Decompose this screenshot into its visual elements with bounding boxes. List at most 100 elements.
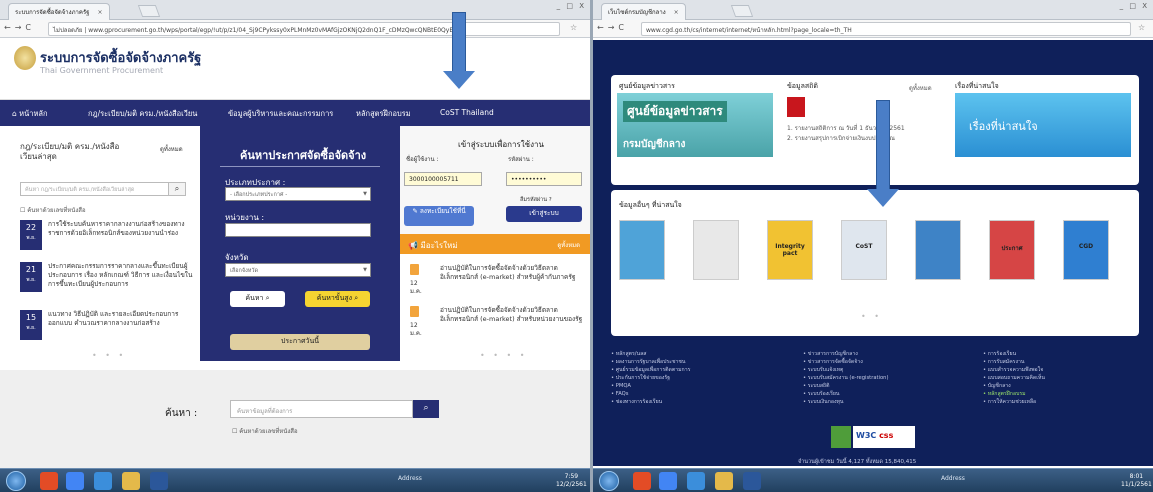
folder-icon[interactable]: [122, 472, 140, 490]
province-select[interactable]: เลือกจังหวัด ▼: [225, 263, 371, 277]
folder-icon[interactable]: [715, 472, 733, 490]
news-item[interactable]: 22 พ.ย. การใช้ระบบค้นหาราคากลางงานก่อสร้า…: [20, 220, 195, 256]
w3c-css-logo: W3C css: [853, 426, 915, 448]
footer-link[interactable]: • ระบบเงินกองทุน: [803, 398, 963, 406]
footer-link[interactable]: • หลักสูตร/นลส: [611, 350, 771, 358]
publication-cover[interactable]: CoST: [841, 220, 887, 280]
announcement-item[interactable]: 12 ม.ค. อ่านปฏิบัติในการจัดซื้อจัดจ้างด้ว…: [410, 264, 585, 302]
nav-buttons[interactable]: ←→C: [597, 23, 628, 32]
footer-link[interactable]: • PMQA: [611, 382, 771, 390]
whats-new-see-all-link[interactable]: ดูทั้งหมด: [557, 240, 580, 250]
menu-regulations[interactable]: กฎ/ระเบียบ/มติ ครม./หนังสือเวียน: [88, 108, 197, 120]
stats-item[interactable]: 2. รายงานสรุปการเบิกจ่ายเงินงบประมาณ: [787, 135, 937, 143]
star-icon[interactable]: ☆: [570, 23, 577, 32]
menu-home[interactable]: ⌂ หน้าหลัก: [12, 108, 48, 120]
footer-link[interactable]: • ข่าวสารการจัดซื้อจัดจ้าง: [803, 358, 963, 366]
browser-tab[interactable]: ระบบการจัดซื้อจัดจ้างภาครัฐ ×: [8, 3, 110, 20]
menu-cost-thailand[interactable]: CoST Thailand: [440, 108, 494, 117]
window-controls[interactable]: _ □ X: [1120, 2, 1149, 10]
footer-link[interactable]: • ประกันการใช้จ่ายของรัฐ: [611, 374, 771, 382]
regulations-see-all-link[interactable]: ดูทั้งหมด: [160, 144, 183, 154]
footer-link[interactable]: • แบบสำรวจความพึงพอใจ: [983, 366, 1143, 374]
stats-see-all-link[interactable]: ดูทั้งหมด: [909, 83, 932, 93]
publication-cover[interactable]: Integrity pact: [767, 220, 813, 280]
footer-link[interactable]: • ผลงานการรัฐบาลเพื่อประชาชน: [611, 358, 771, 366]
carousel-dots[interactable]: • • •: [92, 351, 126, 360]
start-button[interactable]: [599, 471, 619, 491]
publication-cover[interactable]: [693, 220, 739, 280]
advanced-search-button[interactable]: ค้นหาขั้นสูง ⌕: [305, 291, 370, 307]
chrome-icon[interactable]: [659, 472, 677, 490]
footer-link[interactable]: • การร้องเรียน: [983, 350, 1143, 358]
footer-link[interactable]: • ช่องทางการร้องเรียน: [611, 398, 771, 406]
ie-icon[interactable]: [687, 472, 705, 490]
publication-cover[interactable]: ประกาศ: [989, 220, 1035, 280]
carousel-dots[interactable]: • •: [861, 312, 882, 321]
menu-home-label: หน้าหลัก: [19, 109, 48, 118]
url-field[interactable]: ไม่ปลอดภัย | www.gprocurement.go.th/wps/…: [48, 22, 560, 36]
carousel-dots[interactable]: • • • •: [480, 351, 528, 360]
new-tab-button[interactable]: [137, 5, 161, 17]
menu-training[interactable]: หลักสูตรฝึกอบรม: [356, 108, 411, 120]
app-icon[interactable]: [633, 472, 651, 490]
checkbox-label: ค้นหาด้วยเลขที่หนังสือ: [27, 207, 86, 214]
footer-link[interactable]: • หลักสูตรฝึกอบรม: [983, 390, 1143, 398]
footer-link[interactable]: • ข่าวสารการบัญชีกลาง: [803, 350, 963, 358]
footer-link[interactable]: • การให้ความช่วยเหลือ: [983, 398, 1143, 406]
footer-link[interactable]: • FAQs: [611, 390, 771, 398]
stats-item[interactable]: 1. รายงานสถิติการ ณ วันที่ 1 ธันวาคม 256…: [787, 125, 937, 133]
publication-cover[interactable]: [915, 220, 961, 280]
password-field[interactable]: ••••••••••: [506, 172, 582, 186]
footer-link[interactable]: • ระบบรับสมัครงาน (e-registration): [803, 374, 963, 382]
close-tab-icon[interactable]: ×: [97, 9, 102, 16]
footer-link[interactable]: • ศูนย์รวมข้อมูลเพื่อการติดตามการ: [611, 366, 771, 374]
regulations-number-checkbox[interactable]: ☐ ค้นหาด้วยเลขที่หนังสือ: [20, 205, 86, 215]
info-center-banner[interactable]: ศูนย์ข้อมูลข่าวสาร กรมบัญชีกลาง: [617, 93, 773, 157]
footer-link[interactable]: • บัญชีกลาง: [983, 382, 1143, 390]
publication-cover[interactable]: CGD: [1063, 220, 1109, 280]
news-item[interactable]: 15 พ.ย. แนวทาง วิธีปฏิบัติ และรายละเอียดป…: [20, 310, 195, 346]
site-footer: • หลักสูตร/นลส • ผลงานการรัฐบาลเพื่อประชา…: [593, 340, 1153, 466]
star-icon[interactable]: ☆: [1138, 23, 1145, 32]
start-button[interactable]: [6, 471, 26, 491]
regulations-search-input[interactable]: ค้นหา กฎ/ระเบียบ/มติ ครม./หนังสือเวียนล่…: [20, 182, 170, 196]
chrome-icon[interactable]: [66, 472, 84, 490]
url-field[interactable]: www.cgd.go.th/cs/internet/internet/หน้าห…: [641, 22, 1131, 36]
window-controls[interactable]: _ □ X: [557, 2, 586, 10]
bottom-search-input[interactable]: ค้นหาข้อมูลที่ต้องการ: [230, 400, 413, 418]
register-button[interactable]: ✎ ลงทะเบียนใช้ที่นี่: [404, 206, 474, 226]
search-button[interactable]: ค้นหา ⌕: [230, 291, 285, 307]
bottom-number-checkbox[interactable]: ☐ ค้นหาด้วยเลขที่หนังสือ: [232, 426, 298, 436]
username-field[interactable]: 3000100005711: [404, 172, 482, 186]
footer-link[interactable]: • การรับสมัครงาน: [983, 358, 1143, 366]
address-bar: ←→C www.cgd.go.th/cs/internet/internet/ห…: [593, 20, 1153, 38]
nav-buttons[interactable]: ←→C: [4, 23, 35, 32]
browser-tab[interactable]: เว็บไซต์กรมบัญชีกลาง ×: [601, 3, 686, 20]
close-tab-icon[interactable]: ×: [674, 9, 679, 16]
publication-label: CoST: [855, 243, 873, 250]
forgot-password-link[interactable]: ลืมรหัสผ่าน ?: [520, 196, 552, 204]
footer-link[interactable]: • ระบบร้องเรียน: [803, 390, 963, 398]
announcement-item[interactable]: 12 ม.ค. อ่านปฏิบัติในการจัดซื้อจัดจ้างด้ว…: [410, 306, 585, 344]
publication-cover[interactable]: [619, 220, 665, 280]
type-select[interactable]: - เลือกประเภทประกาศ - ▼: [225, 187, 371, 201]
interesting-banner[interactable]: เรื่องที่น่าสนใจ: [955, 93, 1131, 157]
whats-new-title: 📢 มีอะไรใหม่: [408, 241, 458, 250]
announcement-date: 12 ม.ค.: [410, 322, 422, 337]
login-button[interactable]: เข้าสู่ระบบ: [506, 206, 582, 222]
menu-executives[interactable]: ข้อมูลผู้บริหารและคณะกรรมการ: [228, 108, 333, 120]
word-icon[interactable]: [743, 472, 761, 490]
news-item[interactable]: 21 พ.ย. ประกาศคณะกรรมการราคากลางและขึ้นทะ…: [20, 262, 195, 298]
checkbox-label: ค้นหาด้วยเลขที่หนังสือ: [239, 428, 298, 435]
new-tab-button[interactable]: [730, 5, 754, 17]
word-icon[interactable]: [150, 472, 168, 490]
search-icon[interactable]: ⌕: [168, 182, 186, 196]
footer-link[interactable]: • แบบสอบถามความคิดเห็น: [983, 374, 1143, 382]
footer-link[interactable]: • ระบบสถิติ: [803, 382, 963, 390]
agency-input[interactable]: [225, 223, 371, 237]
today-announcements-button[interactable]: ประกาศวันนี้: [230, 334, 370, 350]
search-icon[interactable]: ⌕: [413, 400, 439, 418]
ie-icon[interactable]: [94, 472, 112, 490]
app-icon[interactable]: [40, 472, 58, 490]
footer-link[interactable]: • ระบบรับแจ้งเหตุ: [803, 366, 963, 374]
